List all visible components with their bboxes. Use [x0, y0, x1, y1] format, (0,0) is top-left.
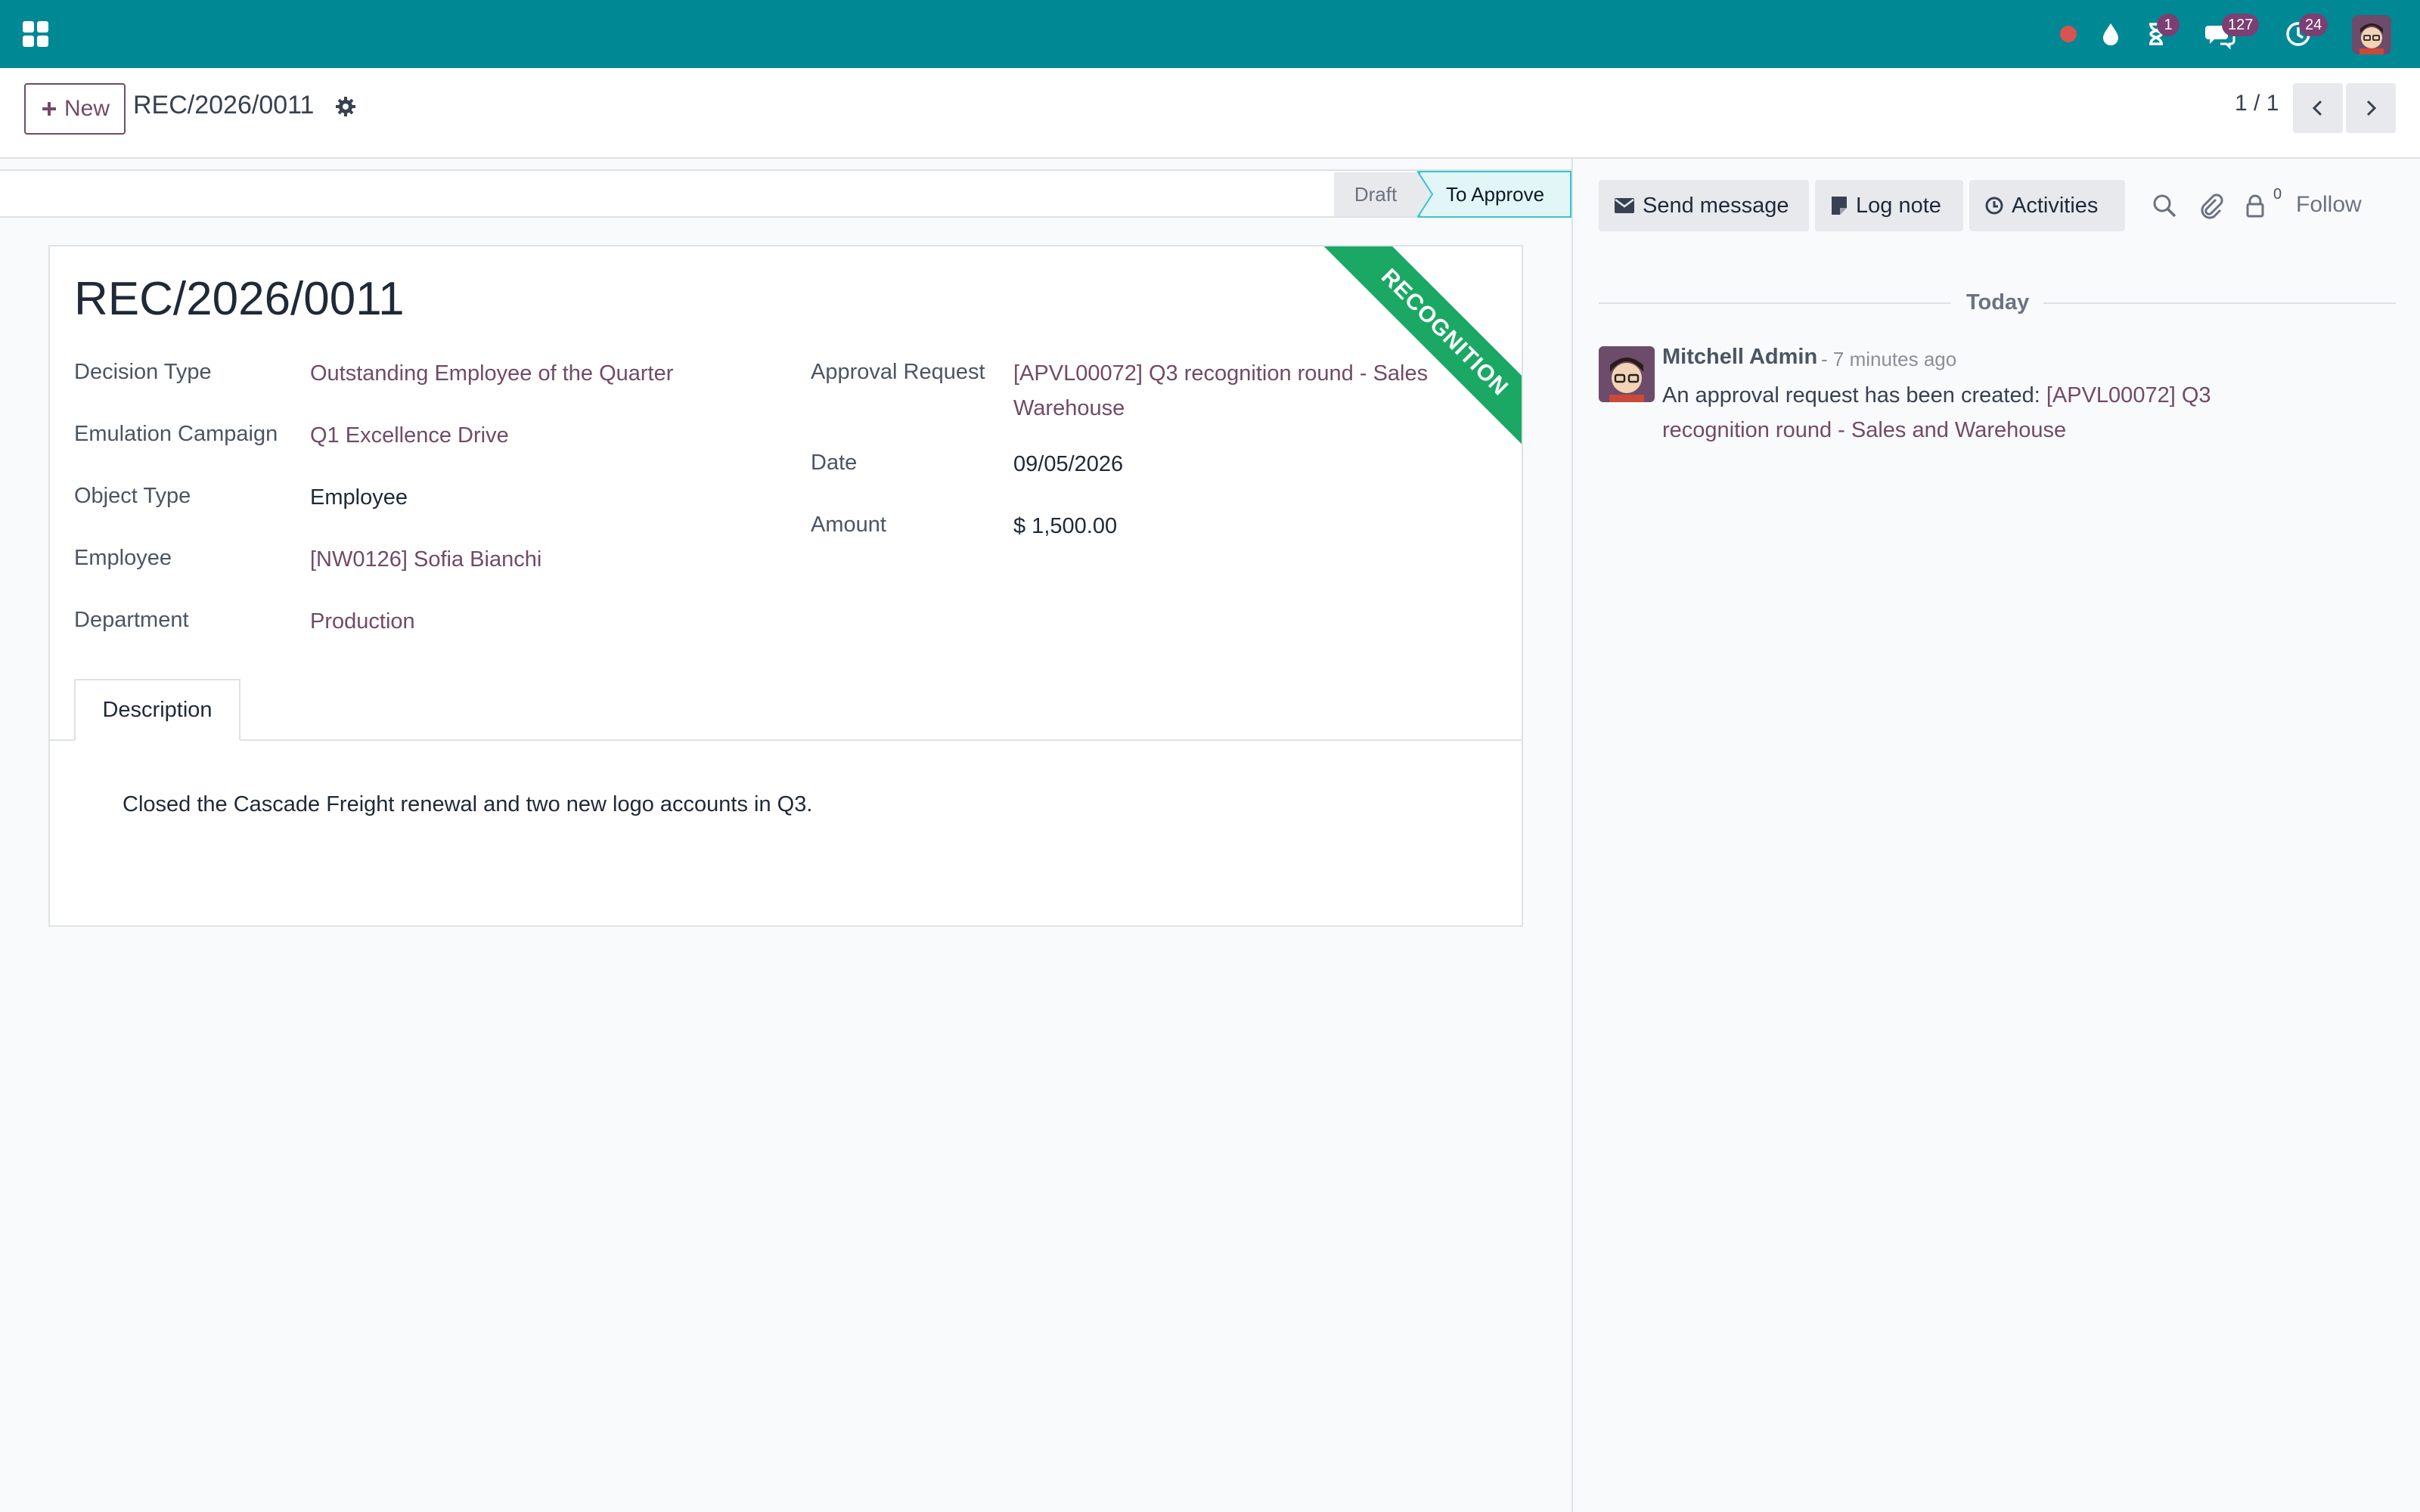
decision-type-label: Decision Type	[74, 360, 212, 384]
emulation-campaign-value[interactable]: Q1 Excellence Drive	[310, 423, 509, 448]
new-button-label: New	[64, 96, 110, 121]
stage-draft[interactable]: Draft	[1334, 172, 1417, 216]
message-body: An approval request has been created: [A…	[1662, 378, 2358, 448]
tab-divider	[50, 739, 1522, 741]
user-avatar[interactable]	[2352, 15, 2391, 54]
description-text[interactable]: Closed the Cascade Freight renewal and t…	[123, 792, 812, 817]
top-navbar: 1 127 24	[0, 0, 2420, 68]
breadcrumb-title: REC/2026/0011	[133, 91, 315, 119]
department-value[interactable]: Production	[310, 609, 415, 634]
new-button[interactable]: New	[24, 83, 126, 135]
follower-count: 0	[2273, 186, 2282, 203]
log-note-label: Log note	[1856, 193, 1941, 218]
clock-small-icon	[1985, 197, 2003, 215]
decision-type-value[interactable]: Outstanding Employee of the Quarter	[310, 361, 673, 386]
status-bar: Draft To Approve	[0, 169, 1571, 218]
approval-request-value-line1[interactable]: [APVL00072] Q3 recognition round - Sales	[1013, 361, 1428, 386]
record-dot-icon[interactable]	[2051, 17, 2086, 51]
date-value[interactable]: 09/05/2026	[1013, 452, 1123, 477]
control-panel: New REC/2026/0011 1 / 1	[0, 68, 2420, 159]
today-label: Today	[1966, 290, 2030, 314]
pager-next-button[interactable]	[2346, 83, 2396, 133]
recognition-ribbon: RECOGNITION	[1314, 246, 1522, 463]
gear-icon[interactable]	[334, 95, 357, 118]
stage-arrow-icon	[1417, 171, 1434, 218]
paperclip-icon[interactable]	[2198, 192, 2225, 219]
employee-value[interactable]: [NW0126] Sofia Bianchi	[310, 547, 541, 572]
log-note-button[interactable]: Log note	[1815, 180, 1963, 231]
envelope-icon	[1615, 198, 1634, 213]
message-author-avatar[interactable]	[1599, 346, 1655, 402]
send-message-label: Send message	[1643, 193, 1789, 218]
search-icon[interactable]	[2151, 192, 2178, 219]
form-area: RECOGNITION REC/2026/0011 Decision Type …	[0, 218, 1571, 1512]
date-label: Date	[811, 451, 858, 475]
form-sheet: RECOGNITION REC/2026/0011 Decision Type …	[48, 245, 1523, 927]
activities-badge: 1	[2157, 14, 2180, 36]
message-body-prefix: An approval request has been created:	[1662, 383, 2046, 407]
plus-icon	[42, 102, 56, 116]
record-title: REC/2026/0011	[74, 273, 405, 325]
amount-label: Amount	[811, 513, 886, 537]
approval-request-value-line2[interactable]: Warehouse	[1013, 396, 1125, 421]
today-divider-right	[2043, 302, 2396, 304]
chatter-panel: Send message Log note Activities 0 Follo…	[1571, 159, 2420, 1512]
pager-previous-button[interactable]	[2293, 83, 2343, 133]
department-label: Department	[74, 608, 189, 632]
send-message-button[interactable]: Send message	[1599, 180, 1809, 231]
clock-icon[interactable]: 24	[2281, 14, 2328, 51]
tab-description[interactable]: Description	[74, 679, 240, 741]
messages-badge: 127	[2222, 14, 2260, 36]
follow-button[interactable]: Follow	[2296, 192, 2362, 218]
followers-icon[interactable]	[2242, 192, 2269, 219]
approval-request-label: Approval Request	[811, 360, 985, 384]
pager-value[interactable]: 1 / 1	[2235, 91, 2279, 116]
note-icon	[1832, 197, 1847, 215]
hourglass-icon[interactable]: 1	[2139, 14, 2180, 51]
drop-icon[interactable]	[2093, 17, 2128, 51]
chevron-right-icon	[2366, 100, 2377, 116]
message-approval-link[interactable]: [APVL00072] Q3	[2046, 383, 2211, 407]
ribbon-wrapper: RECOGNITION	[1295, 246, 1522, 473]
chat-icon[interactable]: 127	[2202, 14, 2260, 51]
employee-label: Employee	[74, 546, 172, 570]
clock-badge: 24	[2299, 14, 2328, 36]
message-time: - 7 minutes ago	[1821, 348, 1957, 370]
activities-button[interactable]: Activities	[1969, 180, 2125, 231]
amount-value[interactable]: $ 1,500.00	[1013, 514, 1117, 539]
activities-label: Activities	[2012, 193, 2099, 218]
chevron-left-icon	[2312, 100, 2322, 116]
message-author[interactable]: Mitchell Admin	[1662, 345, 1817, 370]
object-type-label: Object Type	[74, 484, 191, 508]
today-divider-left	[1599, 302, 1951, 304]
message-approval-link-cont[interactable]: recognition round - Sales and Warehouse	[1662, 418, 2066, 442]
stage-to-approve[interactable]: To Approve	[1419, 171, 1571, 218]
apps-icon[interactable]	[21, 20, 50, 48]
object-type-value[interactable]: Employee	[310, 485, 408, 510]
emulation-campaign-label: Emulation Campaign	[74, 422, 278, 446]
